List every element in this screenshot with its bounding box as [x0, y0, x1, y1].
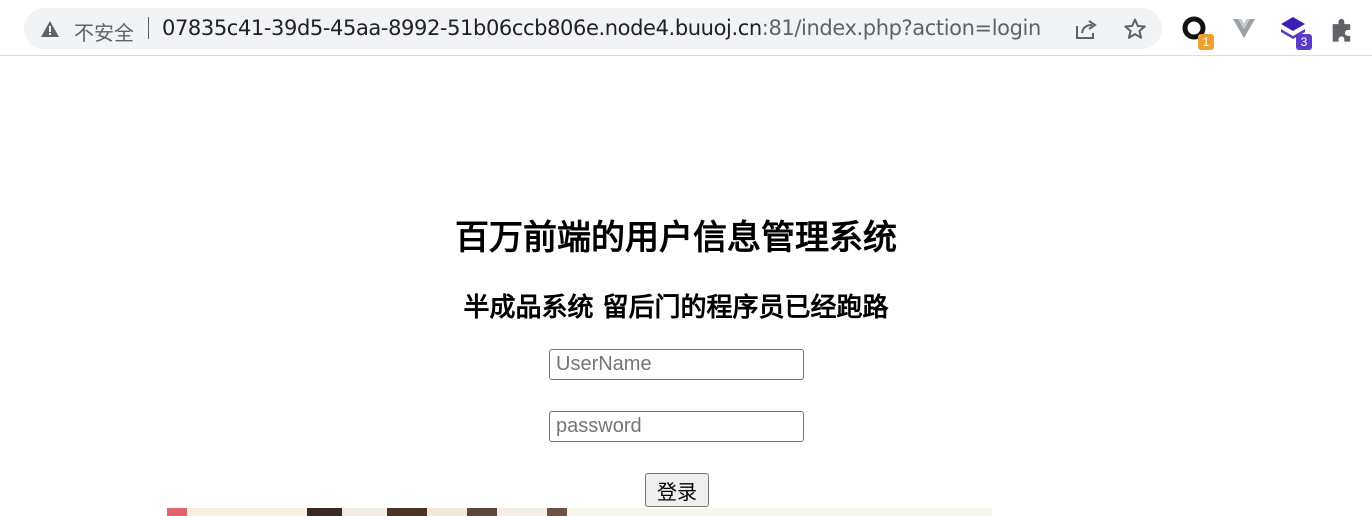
url-host: 07835c41-39d5-45aa-8992-51b06ccb806e.nod…	[162, 16, 762, 40]
extension-icon-2[interactable]	[1232, 16, 1260, 44]
login-button[interactable]: 登录	[645, 473, 709, 507]
page-subtitle: 半成品系统 留后门的程序员已经跑路	[463, 293, 889, 323]
url-text[interactable]: 07835c41-39d5-45aa-8992-51b06ccb806e.nod…	[162, 16, 1041, 40]
puzzle-icon[interactable]	[1328, 16, 1356, 44]
browser-toolbar: 不安全 07835c41-39d5-45aa-8992-51b06ccb806e…	[0, 0, 1372, 56]
extension-3-badge: 3	[1296, 34, 1312, 50]
extension-icon-1[interactable]: 1	[1182, 16, 1214, 50]
extension-icon-3[interactable]: 3	[1280, 16, 1312, 50]
background-image	[167, 508, 992, 516]
page-title: 百万前端的用户信息管理系统	[455, 218, 897, 258]
password-input[interactable]	[549, 411, 804, 442]
share-icon[interactable]	[1074, 18, 1098, 40]
star-icon[interactable]	[1123, 17, 1147, 41]
url-path: :81/index.php?action=login	[761, 16, 1042, 40]
warning-icon[interactable]	[40, 19, 60, 39]
address-bar[interactable]: 不安全 07835c41-39d5-45aa-8992-51b06ccb806e…	[24, 8, 1162, 49]
username-input[interactable]	[549, 349, 804, 380]
security-label[interactable]: 不安全	[74, 17, 134, 46]
extension-1-badge: 1	[1198, 34, 1214, 50]
omnibox-divider	[148, 17, 149, 39]
vue-devtools-icon	[1233, 19, 1255, 38]
